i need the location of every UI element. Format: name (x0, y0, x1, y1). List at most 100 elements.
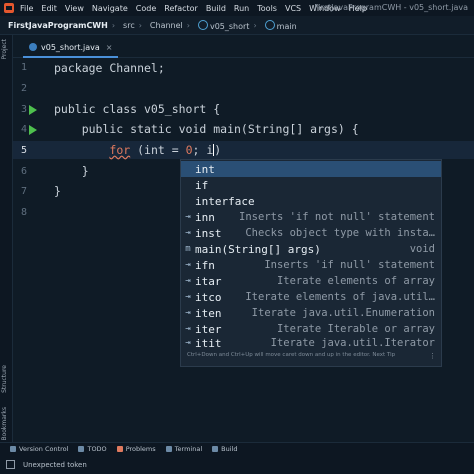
hammer-icon (212, 446, 219, 452)
problems-tool-button[interactable]: Problems (116, 445, 156, 453)
menu-file[interactable]: File (20, 4, 33, 13)
line-number: 1 (20, 62, 27, 73)
breadcrumb-class-label: v05_short (209, 21, 250, 31)
chevron-right-icon: › (111, 20, 116, 30)
status-message: Unexpected token (23, 460, 87, 469)
completion-item-desc: Iterate elements of java.util… (245, 291, 435, 303)
completion-item-name: if (195, 178, 209, 192)
tab-label: v05_short.java (41, 42, 100, 52)
menu-build[interactable]: Build (206, 4, 226, 13)
breadcrumb-method[interactable]: main (264, 19, 297, 31)
live-template-icon: ⇥ (185, 324, 191, 334)
live-template-icon: ⇥ (185, 260, 191, 270)
bookmarks-tool-button[interactable]: Bookmarks (1, 407, 8, 441)
breadcrumb: FirstJavaProgramCWH › src › Channel › v0… (0, 16, 474, 35)
completion-item-desc: Iterate Iterable or array (276, 323, 435, 335)
live-template-icon: ⇥ (185, 338, 191, 348)
completion-item-name: itco (195, 290, 222, 304)
run-main-icon[interactable] (29, 125, 37, 135)
completion-item[interactable]: m main(String[] args) void (181, 241, 441, 257)
completion-item-desc: Inserts 'if not null' statement (239, 211, 435, 223)
structure-tool-button[interactable]: Structure (1, 365, 8, 393)
completion-item-desc: Inserts 'if null' statement (264, 259, 435, 271)
completion-item[interactable]: ⇥ itco Iterate elements of java.util… (181, 289, 441, 305)
line-number: 2 (20, 83, 27, 94)
tool-window-bar: Version Control TODO Problems Terminal B… (0, 442, 474, 455)
chevron-right-icon: › (253, 20, 257, 30)
completion-item-name: iter (195, 322, 222, 336)
code-line[interactable]: } (54, 164, 89, 178)
completion-item[interactable]: interface (181, 193, 441, 209)
build-tool-button[interactable]: Build (212, 445, 237, 453)
code-line-current[interactable]: for (int = 0; i) (54, 143, 221, 157)
completion-item-name: ifn (195, 258, 215, 272)
chevron-right-icon: › (138, 20, 142, 30)
window-title: FirstJavaProgramCWH - v05_short.java (314, 3, 468, 12)
completion-item-name: itar (195, 274, 222, 288)
code-token: ; i (192, 143, 214, 157)
completion-item[interactable]: ⇥ itar Iterate elements of array (181, 273, 441, 289)
menu-navigate[interactable]: Navigate (92, 4, 128, 13)
tab-v05-short[interactable]: v05_short.java × (23, 38, 119, 58)
code-token-number: 0 (185, 143, 193, 157)
menu-vcs[interactable]: VCS (285, 4, 301, 13)
menu-tools[interactable]: Tools (257, 4, 277, 13)
completion-item-name: main(String[] args) (195, 242, 321, 256)
completion-item[interactable]: ⇥ ifn Inserts 'if null' statement (181, 257, 441, 273)
terminal-tool-button[interactable]: Terminal (165, 445, 202, 453)
completion-item[interactable]: int (181, 161, 441, 177)
more-options-icon[interactable]: ⋮ (429, 352, 436, 360)
project-tool-button[interactable]: Project (1, 39, 8, 60)
left-tool-strip: Project Structure Bookmarks (0, 35, 13, 442)
completion-item[interactable]: ⇥ itit Iterate java.util.Iterator (181, 337, 441, 349)
line-number: 6 (20, 166, 27, 177)
completion-item[interactable]: if (181, 177, 441, 193)
code-line[interactable]: public class v05_short { (54, 102, 220, 116)
completion-item-desc: Iterate elements of array (276, 275, 435, 287)
completion-item[interactable]: ⇥ inn Inserts 'if not null' statement (181, 209, 441, 225)
completion-item[interactable]: ⇥ iten Iterate java.util.Enumeration (181, 305, 441, 321)
tool-label: Problems (125, 445, 156, 453)
completion-item[interactable]: ⇥ inst Checks object type with insta… (181, 225, 441, 241)
line-number: 8 (20, 207, 27, 218)
run-class-icon[interactable] (29, 105, 37, 115)
menu-view[interactable]: View (65, 4, 84, 13)
code-line[interactable]: } (54, 184, 61, 198)
live-template-icon: ⇥ (185, 308, 191, 318)
completion-item-name: itit (195, 337, 222, 349)
todo-tool-button[interactable]: TODO (78, 445, 107, 453)
breadcrumb-project[interactable]: FirstJavaProgramCWH (8, 21, 108, 30)
menu-edit[interactable]: Edit (41, 4, 57, 13)
live-template-icon: ⇥ (185, 228, 191, 238)
menu-bar: File Edit View Navigate Code Refactor Bu… (0, 0, 474, 16)
tool-label: Version Control (19, 445, 69, 453)
code-token-for: for (109, 143, 131, 157)
breadcrumb-package[interactable]: Channel (150, 21, 183, 30)
live-template-icon: ⇥ (185, 212, 191, 222)
completion-item-desc: Checks object type with insta… (245, 227, 435, 239)
code-line[interactable]: public static void main(String[] args) { (54, 122, 359, 136)
breadcrumb-class[interactable]: v05_short (197, 19, 250, 31)
version-control-tool-button[interactable]: Version Control (10, 445, 68, 453)
menu-refactor[interactable]: Refactor (164, 4, 198, 13)
editor-tab-bar: v05_short.java × (13, 35, 474, 58)
completion-item-desc: void (409, 243, 435, 255)
method-icon: m (185, 244, 191, 254)
editor-gutter: 1 2 3 4 5 6 7 8 (13, 58, 47, 442)
menu-code[interactable]: Code (136, 4, 156, 13)
branch-icon (10, 446, 16, 452)
completion-item[interactable]: ⇥ iter Iterate Iterable or array (181, 321, 441, 337)
close-icon[interactable]: × (106, 43, 113, 52)
completion-item-name: int (195, 162, 215, 176)
live-template-icon: ⇥ (185, 276, 191, 286)
breadcrumb-src[interactable]: src (123, 21, 135, 30)
menu-run[interactable]: Run (234, 4, 249, 13)
code-line[interactable]: package Channel; (54, 61, 165, 75)
java-class-icon (29, 43, 37, 51)
method-icon (264, 19, 275, 30)
completion-item-name: iten (195, 306, 222, 320)
class-icon (197, 19, 208, 30)
terminal-icon (165, 446, 172, 452)
layout-icon[interactable] (6, 460, 15, 469)
